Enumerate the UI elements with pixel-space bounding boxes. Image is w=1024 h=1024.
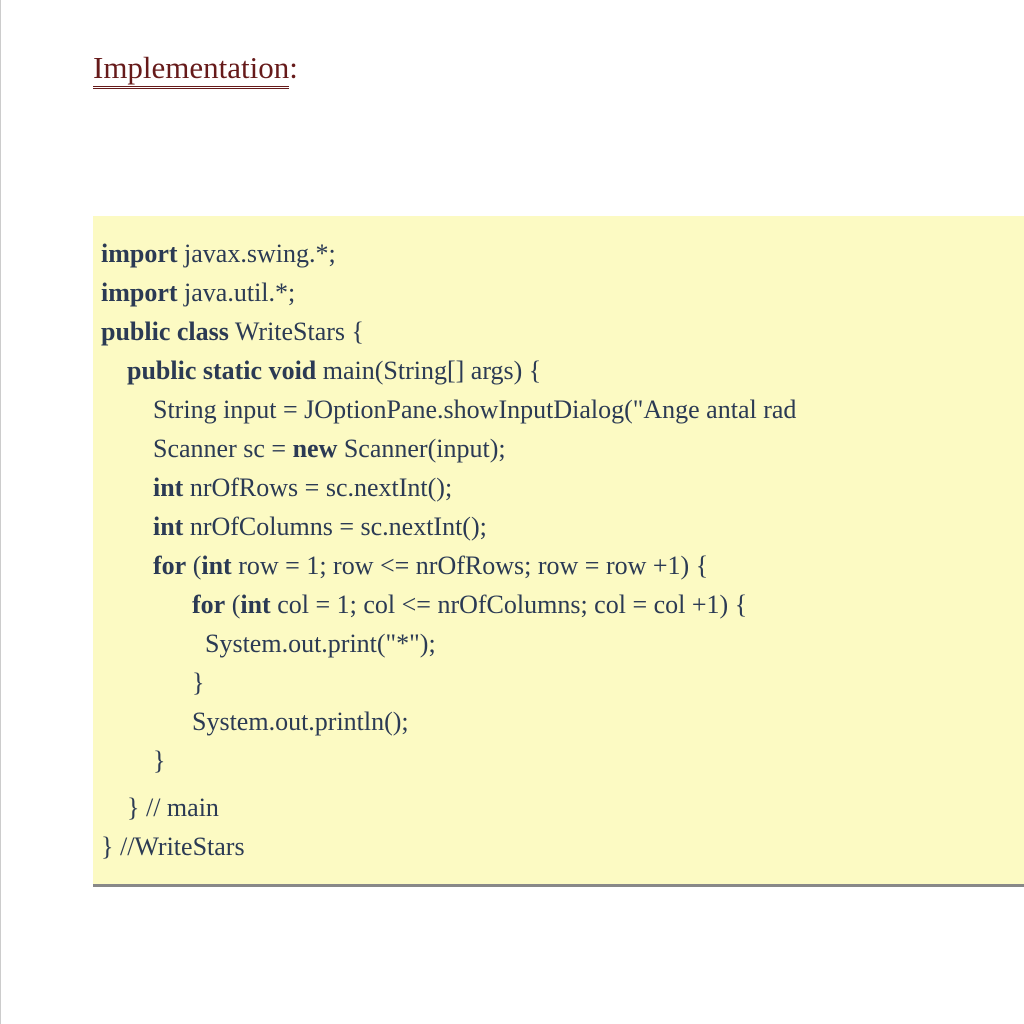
- code-line: } // main: [101, 788, 1024, 827]
- code-line: String input = JOptionPane.showInputDial…: [101, 390, 1024, 429]
- code-block: import javax.swing.*;import java.util.*;…: [93, 216, 1024, 887]
- code-line: import java.util.*;: [101, 273, 1024, 312]
- code-line: public class WriteStars {: [101, 312, 1024, 351]
- code-line: System.out.println();: [101, 702, 1024, 741]
- code-line: for (int row = 1; row <= nrOfRows; row =…: [101, 546, 1024, 585]
- section-heading: Implementation:: [93, 50, 1024, 86]
- code-line: int nrOfColumns = sc.nextInt();: [101, 507, 1024, 546]
- heading-colon: :: [289, 50, 298, 85]
- code-line: import javax.swing.*;: [101, 234, 1024, 273]
- code-line: Scanner sc = new Scanner(input);: [101, 429, 1024, 468]
- code-line: for (int col = 1; col <= nrOfColumns; co…: [101, 585, 1024, 624]
- code-line: System.out.print("*");: [101, 624, 1024, 663]
- code-line: } //WriteStars: [101, 827, 1024, 866]
- heading-text: Implementation: [93, 50, 289, 89]
- code-line: public static void main(String[] args) {: [101, 351, 1024, 390]
- code-line: }: [101, 741, 1024, 780]
- code-line: int nrOfRows = sc.nextInt();: [101, 468, 1024, 507]
- code-line: }: [101, 663, 1024, 702]
